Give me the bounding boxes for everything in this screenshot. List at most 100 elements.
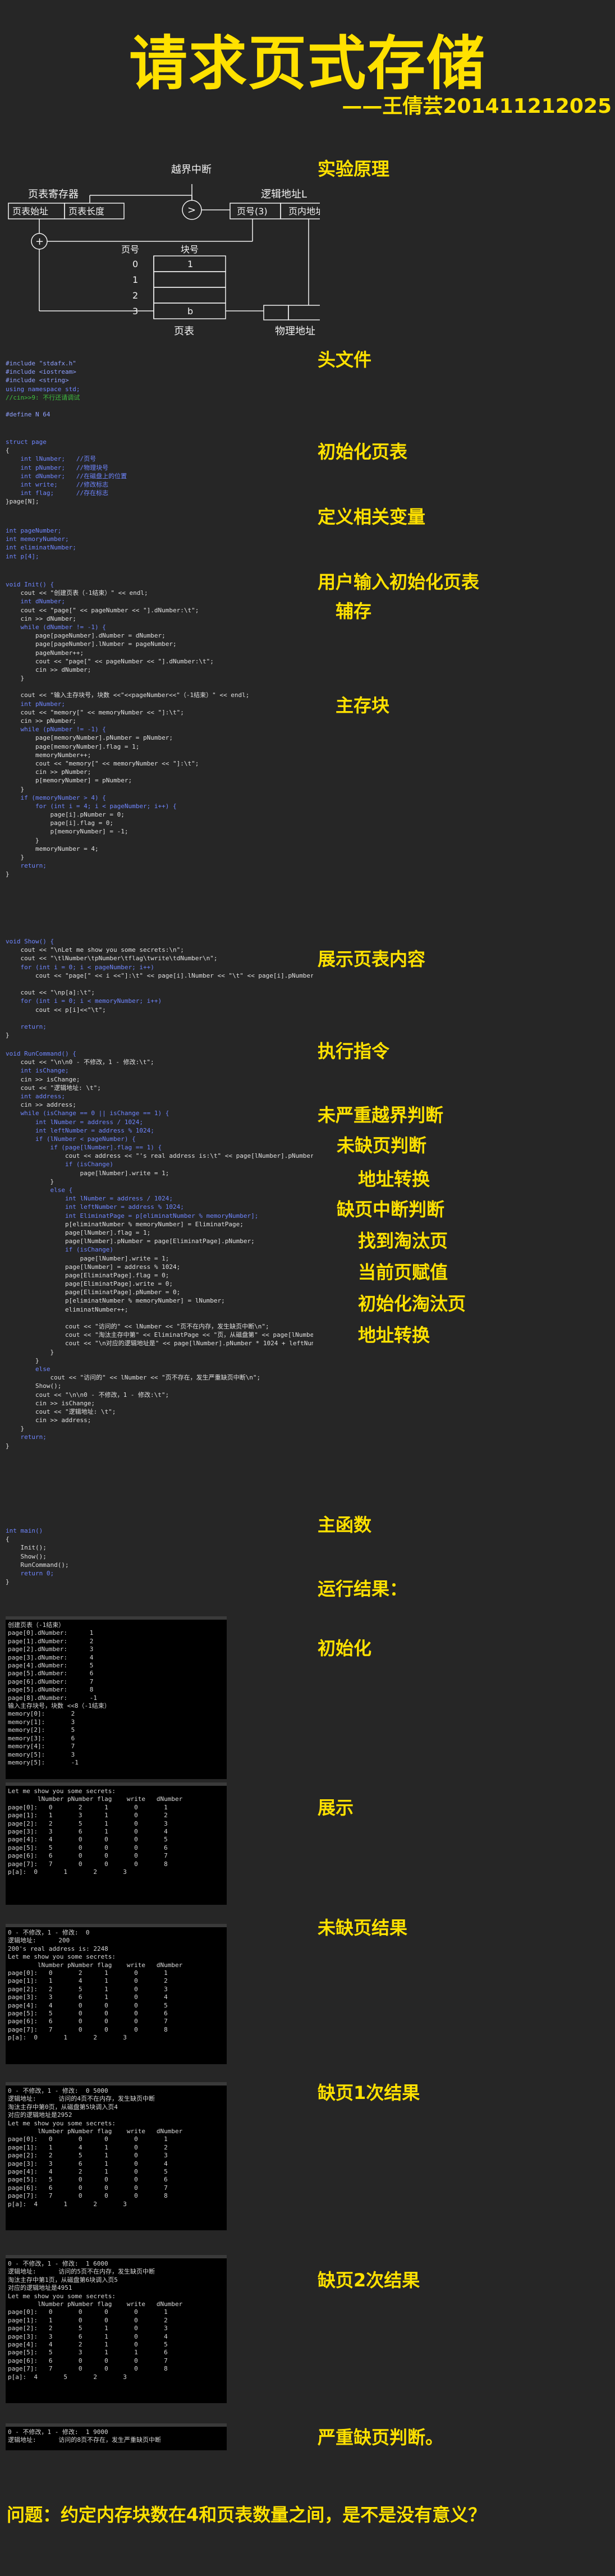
code-line: page[EliminatPage].pNumber = 0; (6, 1289, 181, 1296)
console-line: page[4]: 4 2 1 0 5 (8, 2341, 168, 2349)
code-block-vars: int pageNumber; int memoryNumber; int elim… (6, 526, 313, 561)
console-line: 逻辑地址: 200 (8, 1937, 70, 1945)
label-run-result: 运行结果： (318, 1578, 408, 1599)
code-line: } (6, 1425, 25, 1433)
code-line: int pNumber; (6, 700, 65, 708)
code-line: } (6, 675, 25, 682)
console-line: page[2]: 2 5 1 0 3 (8, 1819, 168, 1827)
console-line: p[a]: 4 5 2 3 (8, 2373, 127, 2381)
code-line: { (6, 447, 10, 455)
code-line: page[i].flag = 0; (6, 819, 114, 827)
code-line: cout << "\nLet me show you some secrets:… (6, 946, 184, 954)
console-line: page[2]: 2 5 1 0 3 (8, 1985, 168, 1993)
label-fault-interrupt: 缺页中断判断 (337, 1199, 445, 1220)
code-line: cout << "访问的" << lNumber << "页不在内存，发生缺页中… (6, 1323, 269, 1330)
label-assign-current: 当前页赋值 (358, 1262, 448, 1283)
label-exec-command: 执行指令 (318, 1041, 390, 1062)
code-line: return; (6, 862, 47, 870)
code-line: using namespace std; (6, 385, 80, 393)
console-line: page[0].dNumber: 1 (8, 1629, 94, 1637)
console-line: 逻辑地址: 访问的5页不在内存，发生缺页中断 (8, 2268, 155, 2276)
author-line: ——王倩芸201411212025 (342, 95, 612, 118)
console-line: page[6]: 6 0 0 0 7 (8, 2018, 168, 2025)
code-line: return 0; (6, 1569, 54, 1577)
console-line: 0 - 不修改，1 - 修改: 1 6000 (8, 2260, 108, 2267)
code-line: } (6, 1177, 54, 1185)
code-line: page[lNumber].flag = 1; (6, 1229, 151, 1236)
code-line: pageNumber++; (6, 649, 84, 657)
console-line: page[5].dNumber: 6 (8, 1670, 94, 1677)
code-line: page[pageNumber].dNumber = dNumber; (6, 632, 166, 640)
code-line: int address; (6, 1092, 65, 1100)
code-line: struct page (6, 438, 47, 446)
console-line: page[1]: 1 0 0 0 2 (8, 2316, 168, 2324)
console-line: page[2]: 2 5 1 0 3 (8, 2152, 168, 2160)
page-title: 请求页式存储 (128, 29, 486, 98)
code-line: else (6, 1365, 51, 1373)
code-line: for (int i = 0; i < pageNumber; i++) (6, 963, 154, 971)
code-line: #include "stdafx.h" (6, 360, 76, 367)
console-line: 淘汰主存中第1页，从磁盘第6块调入页5 (8, 2276, 118, 2284)
console-line: page[0]: 0 0 0 0 1 (8, 2308, 168, 2316)
code-line: int pageNumber; (6, 527, 62, 534)
code-line: cout << "\n\n0 - 不修改，1 - 修改:\t"; (6, 1391, 169, 1399)
code-line: RunCommand(); (6, 1561, 69, 1569)
code-block-show: void Show() { cout << "\nLet me show you… (6, 937, 313, 1039)
code-line: cin >> pNumber; (6, 768, 91, 776)
code-line: p[eliminatNumber % memoryNumber] = lNumb… (6, 1297, 225, 1305)
code-line: { (6, 1535, 10, 1543)
console-line: page[4]: 4 0 0 0 5 (8, 1836, 168, 1844)
page-offset-cell: 页内地址 (288, 206, 320, 217)
console-line: page[4]: 4 2 1 0 5 (8, 2168, 168, 2176)
console-fault1: 0 - 不修改，1 - 修改: 0 5000 逻辑地址: 访问的4页不在内存，发生… (6, 2082, 227, 2230)
console-init: 创建页表（-1结束） page[0].dNumber: 1 page[1].dNum… (6, 1616, 227, 1779)
code-line: page[lNumber] = address % 1024; (6, 1263, 181, 1271)
code-line: #define N 64 (6, 411, 51, 419)
code-line: int lNumber; //页号 (6, 455, 97, 463)
row-page-0: 0 (132, 259, 138, 269)
code-line: if (memoryNumber > 4) { (6, 794, 106, 801)
code-block-run: void RunCommand() { cout << "\n\n0 - 不修改… (6, 1049, 313, 1450)
code-line: page[lNumber].write = 1; (6, 1254, 169, 1262)
label-addr-convert-2: 地址转换 (358, 1324, 430, 1346)
row-page-3: 3 (132, 306, 138, 317)
code-line: cin >> address; (6, 1101, 76, 1109)
code-line: page[i].pNumber = 0; (6, 811, 125, 819)
code-line: } (6, 836, 39, 844)
console-line: page[5].dNumber: 8 (8, 1686, 94, 1694)
label-header-file: 头文件 (318, 349, 372, 370)
code-block-main: int main(){ Init(); Show(); RunCommand()… (6, 1527, 313, 1586)
console-line: memory[2]: 5 (8, 1726, 75, 1734)
code-line: } (6, 1032, 10, 1039)
console-titlebar (6, 2423, 227, 2427)
code-line: page[EliminatPage].flag = 0; (6, 1271, 169, 1279)
compare-symbol: > (187, 204, 196, 216)
console-line: page[7]: 7 0 0 0 8 (8, 1860, 168, 1868)
col-block-label: 块号 (181, 244, 199, 255)
console-fault2: 0 - 不修改，1 - 修改: 1 6000 逻辑地址: 访问的5页不在内存，发生… (6, 2255, 227, 2403)
code-line: //cin>>9: 不行还请调试 (6, 393, 80, 401)
code-line: p[eliminatNumber % memoryNumber] = Elimi… (6, 1220, 244, 1228)
code-line: page[lNumber].pNumber = page[EliminatPag… (6, 1237, 255, 1245)
code-line: page[memoryNumber].flag = 1; (6, 742, 140, 750)
console-line: 0 - 不修改，1 - 修改: 0 (8, 1929, 90, 1936)
code-line: eliminatNumber++; (6, 1305, 128, 1313)
label-init-page-table: 初始化页表 (318, 441, 408, 462)
console-line: Let me show you some secrets: (8, 2119, 116, 2127)
code-line: void RunCommand() { (6, 1050, 76, 1057)
console-line: 0 - 不修改，1 - 修改: 0 5000 (8, 2087, 108, 2094)
row-page-2: 2 (132, 290, 138, 301)
code-line: int write; //修改标志 (6, 480, 109, 488)
logical-address-label: 逻辑地址L (261, 189, 307, 200)
code-line: int dNumber; //在磁盘上的位置 (6, 472, 127, 480)
code-line: return; (6, 1023, 47, 1030)
console-line: page[5]: 5 3 1 1 6 (8, 2349, 168, 2357)
label-find-victim: 找到淘汰页 (358, 1230, 448, 1252)
code-line: int memoryNumber; (6, 535, 69, 543)
console-line: 淘汰主存中第0页，从磁盘第5块调入页4 (8, 2103, 118, 2111)
code-line: p[memoryNumber] = pNumber; (6, 777, 132, 785)
label-no-fault-result: 未缺页结果 (318, 1917, 408, 1938)
code-line: int dNumber; (6, 598, 65, 606)
